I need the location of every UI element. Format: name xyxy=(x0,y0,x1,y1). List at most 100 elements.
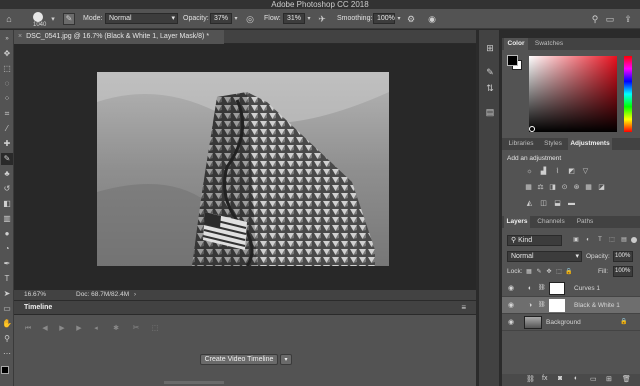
dodge-tool-icon[interactable]: ◔ xyxy=(1,243,13,255)
tab-channels[interactable]: Channels xyxy=(532,216,570,228)
new-adjustment-icon[interactable]: ◐ xyxy=(574,375,578,382)
exposure-icon[interactable]: ◩ xyxy=(567,167,576,176)
lock-artboard-icon[interactable]: ⬚ xyxy=(555,267,563,276)
smoothing-input[interactable]: 100% xyxy=(373,13,395,24)
split-icon[interactable]: ✂ xyxy=(131,323,141,333)
next-frame-icon[interactable]: ▶ xyxy=(74,323,84,333)
more-tools-icon[interactable]: ⋯ xyxy=(1,348,13,360)
gradient-map-icon[interactable]: ▬ xyxy=(567,199,576,208)
eraser-tool-icon[interactable]: ◧ xyxy=(1,198,13,210)
channel-mixer-icon[interactable]: ⊛ xyxy=(572,183,581,192)
lock-position-icon[interactable]: ✥ xyxy=(545,267,553,276)
link-icon[interactable]: ⛓ xyxy=(538,280,546,297)
color-picker-cursor[interactable] xyxy=(529,126,535,132)
tab-swatches[interactable]: Swatches xyxy=(530,38,568,50)
filter-toggle-icon[interactable] xyxy=(631,237,637,243)
filter-type-icon[interactable]: T xyxy=(596,235,604,245)
clone-stamp-tool-icon[interactable]: ♣ xyxy=(1,168,13,180)
posterize-icon[interactable]: ◭ xyxy=(525,199,534,208)
history-brush-tool-icon[interactable]: ↺ xyxy=(1,183,13,195)
tab-styles[interactable]: Styles xyxy=(540,138,566,150)
path-select-tool-icon[interactable]: ➤ xyxy=(1,288,13,300)
rectangle-tool-icon[interactable]: ▭ xyxy=(1,303,13,315)
fx-icon[interactable]: fx xyxy=(542,375,547,382)
pressure-size-icon[interactable]: ◉ xyxy=(426,13,438,25)
curves-icon[interactable]: ⌇ xyxy=(553,167,562,176)
eye-icon[interactable]: ◉ xyxy=(508,280,514,297)
gradient-tool-icon[interactable]: ▥ xyxy=(1,213,13,225)
layer-filter-select[interactable]: ⚲ Kind xyxy=(507,235,562,246)
flow-input[interactable]: 31% xyxy=(283,13,305,24)
brush-settings-panel-icon[interactable]: ✎ xyxy=(484,66,496,78)
hue-saturation-icon[interactable]: ▦ xyxy=(524,183,533,192)
layer-name[interactable]: Background xyxy=(546,314,581,331)
first-frame-icon[interactable]: ⏮ xyxy=(23,323,33,333)
adjust-icon[interactable]: ⇅ xyxy=(484,82,496,94)
opacity-input[interactable]: 37% xyxy=(210,13,232,24)
layer-row[interactable]: ◉ ◐ ⛓ Curves 1 xyxy=(502,280,640,297)
layer-name[interactable]: Curves 1 xyxy=(574,280,600,297)
eye-icon[interactable]: ◉ xyxy=(508,297,514,314)
foreground-color-swatch[interactable] xyxy=(1,366,9,374)
color-field[interactable] xyxy=(529,56,617,132)
document-tab[interactable]: × DSC_0541.jpg @ 16.7% (Black & White 1, … xyxy=(14,30,224,44)
chevron-down-icon[interactable]: ▾ xyxy=(280,354,292,365)
new-group-icon[interactable]: ▭ xyxy=(590,375,597,383)
pressure-opacity-icon[interactable]: ◎ xyxy=(244,13,256,25)
eye-icon[interactable]: ◉ xyxy=(508,314,514,331)
hue-slider[interactable] xyxy=(624,56,632,132)
layer-thumbnail[interactable] xyxy=(524,316,542,329)
brush-tool-icon[interactable]: ✎ xyxy=(1,153,13,165)
type-tool-icon[interactable]: T xyxy=(1,273,13,285)
document-image[interactable] xyxy=(97,72,389,266)
layer-name[interactable]: Black & White 1 xyxy=(574,297,620,314)
filter-adjustment-icon[interactable]: ◐ xyxy=(584,235,592,245)
selective-color-icon[interactable]: ⬓ xyxy=(553,199,562,208)
trash-icon[interactable]: 🗑 xyxy=(622,375,631,383)
move-tool-icon[interactable]: ✥ xyxy=(1,48,13,60)
new-layer-icon[interactable]: ⊞ xyxy=(606,375,612,383)
pen-tool-icon[interactable]: ✒ xyxy=(1,258,13,270)
link-layers-icon[interactable]: ⛓ xyxy=(526,375,535,383)
foreground-color-swatch[interactable] xyxy=(507,55,518,66)
add-mask-icon[interactable]: ◙ xyxy=(558,375,562,382)
tab-libraries[interactable]: Libraries xyxy=(504,138,538,150)
chevron-down-icon[interactable]: ▾ xyxy=(306,14,312,24)
layer-row[interactable]: ◉ ◑ ⛓ Black & White 1 xyxy=(502,297,640,314)
layer-mask-thumbnail[interactable] xyxy=(549,299,565,312)
timeline-scrollbar[interactable] xyxy=(164,381,224,384)
marquee-tool-icon[interactable]: ⬚ xyxy=(1,63,13,75)
color-lookup-icon[interactable]: ▦ xyxy=(584,183,593,192)
quick-select-tool-icon[interactable]: ⁘ xyxy=(1,93,13,105)
brightness-icon[interactable]: ☼ xyxy=(525,167,534,176)
crop-tool-icon[interactable]: ⌗ xyxy=(1,108,13,120)
invert-icon[interactable]: ◪ xyxy=(597,183,606,192)
history-icon[interactable]: ⊞ xyxy=(484,42,496,54)
color-balance-icon[interactable]: ⚖ xyxy=(536,183,545,192)
filter-smart-object-icon[interactable]: ▤ xyxy=(620,235,628,245)
zoom-level[interactable]: 16.67% xyxy=(24,290,46,300)
chevron-down-icon[interactable]: ▾ xyxy=(49,14,57,24)
tab-color[interactable]: Color xyxy=(504,38,528,50)
home-icon[interactable]: ⌂ xyxy=(3,13,15,25)
lasso-tool-icon[interactable]: ◌ xyxy=(1,78,13,90)
chevron-down-icon[interactable]: ▾ xyxy=(396,14,402,24)
tab-layers[interactable]: Layers xyxy=(504,216,530,228)
workspace-icon[interactable]: ▭ xyxy=(605,13,615,25)
search-icon[interactable]: ⚲ xyxy=(589,13,601,25)
eyedropper-tool-icon[interactable]: ⁄ xyxy=(1,123,13,135)
collapse-icon[interactable]: » xyxy=(1,33,13,45)
blur-tool-icon[interactable]: ● xyxy=(1,228,13,240)
link-icon[interactable]: ⛓ xyxy=(538,297,546,314)
filter-shape-icon[interactable]: ⬚ xyxy=(608,235,616,245)
threshold-icon[interactable]: ◫ xyxy=(539,199,548,208)
zoom-tool-icon[interactable]: ⚲ xyxy=(1,333,13,345)
fill-input[interactable]: 100% xyxy=(613,266,633,277)
transition-icon[interactable]: ⬚ xyxy=(150,323,160,333)
brush-settings-icon[interactable]: ✎ xyxy=(63,13,75,25)
tab-paths[interactable]: Paths xyxy=(572,216,598,228)
healing-brush-tool-icon[interactable]: ✚ xyxy=(1,138,13,150)
close-icon[interactable]: × xyxy=(18,33,22,40)
filter-pixel-icon[interactable]: ▣ xyxy=(572,235,580,245)
layer-row[interactable]: ◉ Background 🔒 xyxy=(502,314,640,331)
